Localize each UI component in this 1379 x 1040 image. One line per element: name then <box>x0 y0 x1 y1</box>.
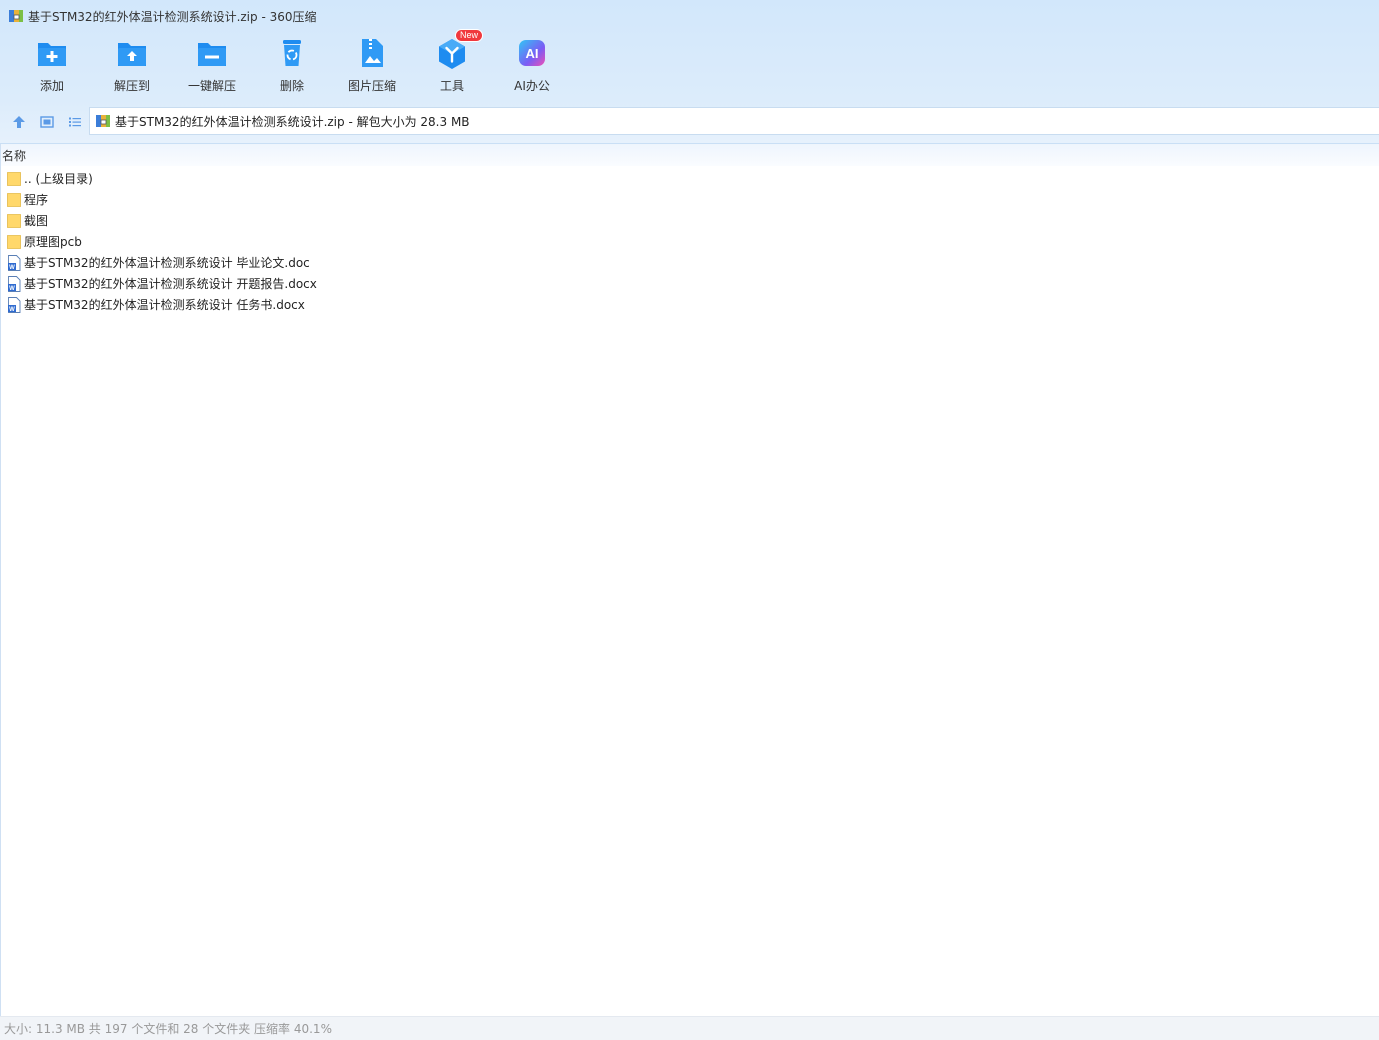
file-name: .. (上级目录) <box>24 172 93 186</box>
window-title: 基于STM32的红外体温计检测系统设计.zip - 360压缩 <box>28 9 317 24</box>
folder-icon <box>7 213 21 229</box>
tools-cube-icon: New <box>435 29 483 70</box>
image-compress-label: 图片压缩 <box>347 79 396 93</box>
one-click-extract-button[interactable]: 一键解压 <box>172 36 252 98</box>
recycle-bin-icon <box>275 36 309 70</box>
svg-text:AI: AI <box>526 46 539 61</box>
add-button[interactable]: 添加 <box>12 36 92 98</box>
file-name: 截图 <box>24 214 49 228</box>
word-docx-icon: W <box>7 275 21 292</box>
file-name: 程序 <box>24 193 49 207</box>
new-badge: New <box>454 29 483 42</box>
list-item-folder[interactable]: 截图 <box>1 210 1379 231</box>
list-item-file[interactable]: W 基于STM32的红外体温计检测系统设计 毕业论文.doc <box>1 252 1379 273</box>
add-folder-icon <box>35 36 69 70</box>
extract-to-label: 解压到 <box>113 79 150 93</box>
list-view-button[interactable] <box>62 109 88 135</box>
zip-archive-icon <box>95 113 111 129</box>
file-name: 基于STM32的红外体温计检测系统设计 开题报告.docx <box>24 277 317 291</box>
one-click-extract-label: 一键解压 <box>187 79 236 93</box>
ai-office-label: AI办公 <box>514 79 550 93</box>
app-window: 基于STM32的红外体温计检测系统设计.zip - 360压缩 添加 解压到 一… <box>0 0 1379 1040</box>
delete-button[interactable]: 删除 <box>252 36 332 98</box>
address-bar[interactable]: 基于STM32的红外体温计检测系统设计.zip - 解包大小为 28.3 MB <box>89 107 1379 135</box>
svg-text:W: W <box>9 307 15 313</box>
thumbnail-view-button[interactable] <box>34 109 60 135</box>
add-label: 添加 <box>39 79 64 93</box>
status-bar: 大小: 11.3 MB 共 197 个文件和 28 个文件夹 压缩率 40.1% <box>0 1016 1379 1040</box>
file-name: 基于STM32的红外体温计检测系统设计 任务书.docx <box>24 298 305 312</box>
up-level-button[interactable] <box>6 109 32 135</box>
image-compress-button[interactable]: 图片压缩 <box>332 36 412 98</box>
header-area: 基于STM32的红外体温计检测系统设计.zip - 360压缩 添加 解压到 一… <box>0 0 1379 144</box>
image-compress-icon <box>355 36 389 70</box>
folder-icon <box>7 234 21 250</box>
list-item-parent-dir[interactable]: .. (上级目录) <box>1 168 1379 189</box>
folder-icon <box>7 171 21 187</box>
path-row: 基于STM32的红外体温计检测系统设计.zip - 解包大小为 28.3 MB <box>0 107 1379 136</box>
ai-office-icon: AI <box>515 36 549 70</box>
file-name: 原理图pcb <box>24 235 82 249</box>
address-text: 基于STM32的红外体温计检测系统设计.zip - 解包大小为 28.3 MB <box>115 114 470 129</box>
one-click-extract-icon <box>195 36 229 70</box>
zip-archive-icon <box>8 8 24 24</box>
word-docx-icon: W <box>7 296 21 313</box>
ai-office-button[interactable]: AI AI办公 <box>492 36 572 98</box>
list-item-file[interactable]: W 基于STM32的红外体温计检测系统设计 任务书.docx <box>1 294 1379 315</box>
column-name-label: 名称 <box>2 148 27 163</box>
status-text: 大小: 11.3 MB 共 197 个文件和 28 个文件夹 压缩率 40.1% <box>4 1022 332 1036</box>
tools-label: 工具 <box>439 79 464 93</box>
folder-icon <box>7 192 21 208</box>
list-item-folder[interactable]: 程序 <box>1 189 1379 210</box>
arrow-up-icon <box>13 115 25 128</box>
column-header-name[interactable]: 名称 <box>1 144 1379 166</box>
file-list: 名称 .. (上级目录) 程序 截图 原理图pcb W 基于STM32的红外体温… <box>0 144 1379 1016</box>
title-bar: 基于STM32的红外体温计检测系统设计.zip - 360压缩 <box>0 0 1379 32</box>
svg-text:W: W <box>9 286 15 292</box>
word-doc-icon: W <box>7 254 21 271</box>
file-name: 基于STM32的红外体温计检测系统设计 毕业论文.doc <box>24 256 310 270</box>
extract-to-icon <box>115 36 149 70</box>
list-item-folder[interactable]: 原理图pcb <box>1 231 1379 252</box>
list-view-icon <box>69 117 81 126</box>
svg-text:W: W <box>9 265 15 271</box>
file-rows: .. (上级目录) 程序 截图 原理图pcb W 基于STM32的红外体温计检测… <box>1 166 1379 315</box>
toolbar: 添加 解压到 一键解压 删除 图片压缩 New 工具 AI AI办公 <box>12 29 572 98</box>
thumbnail-view-icon <box>40 115 54 128</box>
delete-label: 删除 <box>279 79 304 93</box>
list-item-file[interactable]: W 基于STM32的红外体温计检测系统设计 开题报告.docx <box>1 273 1379 294</box>
tools-button[interactable]: New 工具 <box>412 29 492 98</box>
extract-to-button[interactable]: 解压到 <box>92 36 172 98</box>
